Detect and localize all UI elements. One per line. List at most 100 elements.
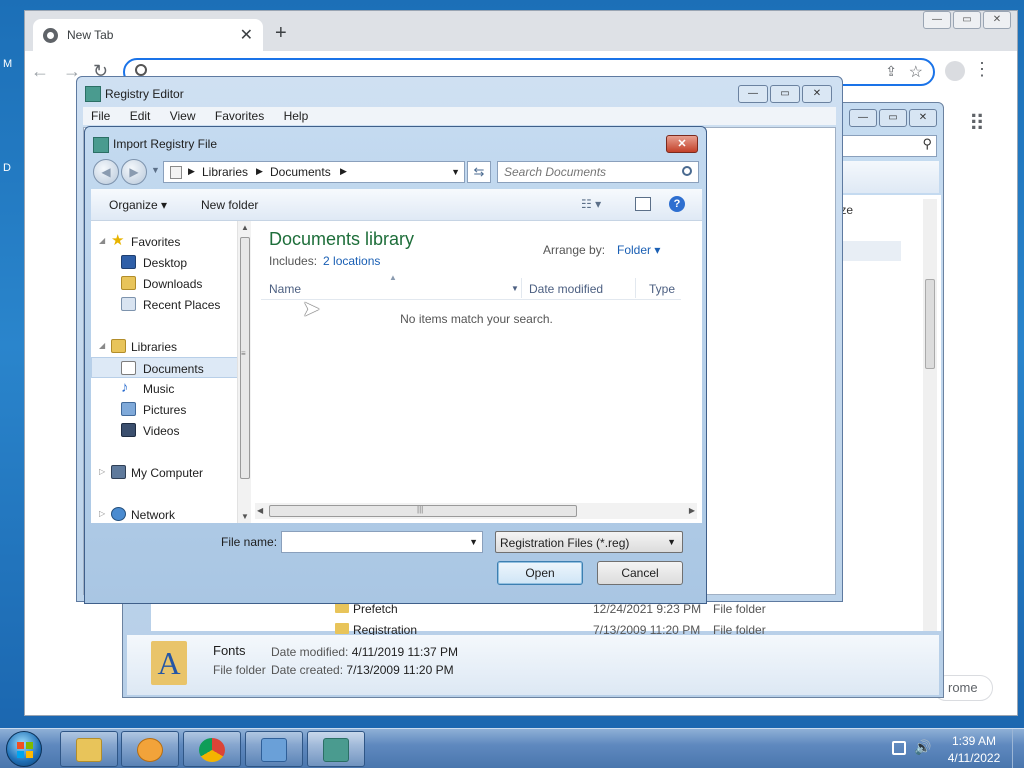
open-button[interactable]: Open	[497, 561, 583, 585]
clock-date[interactable]: 4/11/2022	[944, 751, 1004, 765]
forward-arrow-icon[interactable]: ▶	[121, 159, 147, 185]
dialog-close-button[interactable]: ✕	[666, 135, 698, 153]
search-icon[interactable]	[682, 166, 692, 176]
navigation-scrollbar[interactable]: ▲ ≡ ▼	[237, 221, 251, 523]
documents-icon	[121, 361, 136, 375]
nav-item-label: Videos	[143, 424, 180, 438]
share-icon[interactable]: ⇪	[885, 63, 897, 80]
breadcrumb[interactable]: ▶ Libraries ▶ Documents ▶ ▼	[163, 161, 465, 183]
explorer-search-box[interactable]: ⚲	[829, 135, 937, 157]
clock-time[interactable]: 1:39 AM	[944, 734, 1004, 748]
minimize-button[interactable]: —	[849, 109, 877, 127]
cancel-button[interactable]: Cancel	[597, 561, 683, 585]
organize-button[interactable]: Organize ▾	[109, 198, 167, 212]
explorer-scrollbar[interactable]	[923, 199, 937, 631]
column-filter-icon[interactable]: ▼	[511, 284, 519, 293]
profile-avatar[interactable]	[945, 61, 965, 81]
new-folder-button[interactable]: New folder	[201, 198, 258, 212]
taskbar-control-panel[interactable]	[245, 731, 303, 767]
close-button[interactable]: ✕	[983, 11, 1011, 29]
breadcrumb-libraries[interactable]: Libraries	[202, 165, 248, 179]
start-button[interactable]	[6, 731, 42, 767]
arrange-by-dropdown[interactable]: Folder ▾	[617, 243, 660, 257]
change-view-button[interactable]: ☷ ▾	[581, 197, 601, 211]
volume-icon[interactable]: 🔊	[914, 739, 931, 756]
nav-item-downloads[interactable]: Downloads	[91, 273, 241, 294]
taskbar-explorer[interactable]	[60, 731, 118, 767]
apps-grid-icon[interactable]: ⠿	[969, 111, 985, 137]
chrome-menu-icon[interactable]: ⋮	[973, 59, 991, 80]
nav-item-recent-places[interactable]: Recent Places	[91, 294, 241, 315]
column-header-name[interactable]: Name	[269, 282, 301, 296]
taskbar-registry-editor[interactable]	[307, 731, 365, 767]
minimize-button[interactable]: —	[923, 11, 951, 29]
expand-icon[interactable]: ▷	[99, 509, 105, 518]
file-name-dropdown-icon[interactable]: ▼	[469, 537, 478, 547]
menu-edit[interactable]: Edit	[130, 109, 151, 123]
help-icon[interactable]: ?	[669, 196, 685, 212]
menu-view[interactable]: View	[170, 109, 196, 123]
scroll-right-icon[interactable]: ▶	[689, 506, 695, 515]
back-button[interactable]: ←	[31, 61, 49, 82]
scrollbar-thumb[interactable]	[240, 237, 250, 479]
bookmark-star-icon[interactable]: ☆	[909, 62, 923, 82]
preview-pane-icon[interactable]	[635, 197, 651, 211]
library-includes: Includes: 2 locations	[269, 254, 380, 268]
breadcrumb-separator-icon[interactable]: ▶	[188, 166, 195, 177]
close-button[interactable]: ✕	[802, 85, 832, 103]
windows-logo-icon	[17, 742, 33, 758]
taskbar-chrome[interactable]	[183, 731, 241, 767]
network-tray-icon[interactable]	[892, 741, 906, 755]
maximize-button[interactable]: ▭	[879, 109, 907, 127]
file-name-input[interactable]	[286, 534, 462, 550]
tab-new-tab[interactable]: New Tab ✕	[33, 19, 263, 51]
nav-item-videos[interactable]: Videos	[91, 420, 241, 441]
maximize-button[interactable]: ▭	[770, 85, 800, 103]
nav-item-favorites[interactable]: ◢ ★ Favorites	[91, 231, 241, 252]
column-header-type[interactable]: Type	[649, 282, 675, 296]
horizontal-scrollbar[interactable]: ◀ ||| ▶	[255, 503, 697, 519]
registry-editor-icon	[85, 86, 101, 102]
expand-icon[interactable]: ▷	[99, 467, 105, 476]
file-list-pane: Documents library Includes: 2 locations A…	[251, 221, 702, 523]
nav-item-label: My Computer	[131, 466, 204, 480]
column-header-date-modified[interactable]: Date modified	[529, 282, 603, 296]
nav-item-desktop[interactable]: Desktop	[91, 252, 241, 273]
nav-item-music[interactable]: ♪ Music	[91, 378, 241, 399]
new-tab-button[interactable]: +	[275, 23, 287, 43]
nav-item-network[interactable]: ▷ Network	[91, 504, 241, 525]
breadcrumb-separator-icon[interactable]: ▶	[256, 166, 263, 177]
refresh-icon[interactable]: ⇆	[467, 161, 491, 183]
minimize-button[interactable]: —	[738, 85, 768, 103]
nav-item-documents[interactable]: Documents	[91, 357, 241, 378]
nav-item-libraries[interactable]: ◢ Libraries	[91, 336, 241, 357]
breadcrumb-documents[interactable]: Documents	[270, 165, 331, 179]
column-divider[interactable]	[521, 278, 522, 298]
back-arrow-icon[interactable]: ◀	[93, 159, 119, 185]
address-dropdown-icon[interactable]: ▼	[451, 167, 460, 177]
show-desktop-button[interactable]	[1012, 729, 1024, 768]
menu-file[interactable]: File	[91, 109, 110, 123]
breadcrumb-separator-icon[interactable]: ▶	[340, 166, 347, 177]
file-type-select[interactable]: Registration Files (*.reg) ▼	[495, 531, 683, 553]
column-divider[interactable]	[635, 278, 636, 298]
search-input[interactable]	[504, 164, 674, 180]
tab-close-icon[interactable]: ✕	[240, 25, 253, 45]
scroll-left-icon[interactable]: ◀	[257, 506, 263, 515]
scrollbar-thumb[interactable]	[925, 279, 935, 369]
nav-item-pictures[interactable]: Pictures	[91, 399, 241, 420]
details-modified-value: 4/11/2019 11:37 PM	[351, 645, 459, 659]
taskbar-media-player[interactable]	[121, 731, 179, 767]
maximize-button[interactable]: ▭	[953, 11, 981, 29]
close-button[interactable]: ✕	[909, 109, 937, 127]
collapse-icon[interactable]: ◢	[99, 236, 105, 245]
nav-item-my-computer[interactable]: ▷ My Computer	[91, 462, 241, 483]
menu-help[interactable]: Help	[284, 109, 309, 123]
nav-item-label: Favorites	[131, 235, 181, 249]
scroll-up-icon[interactable]: ▲	[241, 223, 249, 232]
collapse-icon[interactable]: ◢	[99, 341, 105, 350]
locations-link[interactable]: 2 locations	[323, 254, 380, 268]
scroll-down-icon[interactable]: ▼	[241, 512, 249, 521]
menu-favorites[interactable]: Favorites	[215, 109, 264, 123]
recent-locations-chevron-icon[interactable]: ▼	[151, 165, 160, 175]
